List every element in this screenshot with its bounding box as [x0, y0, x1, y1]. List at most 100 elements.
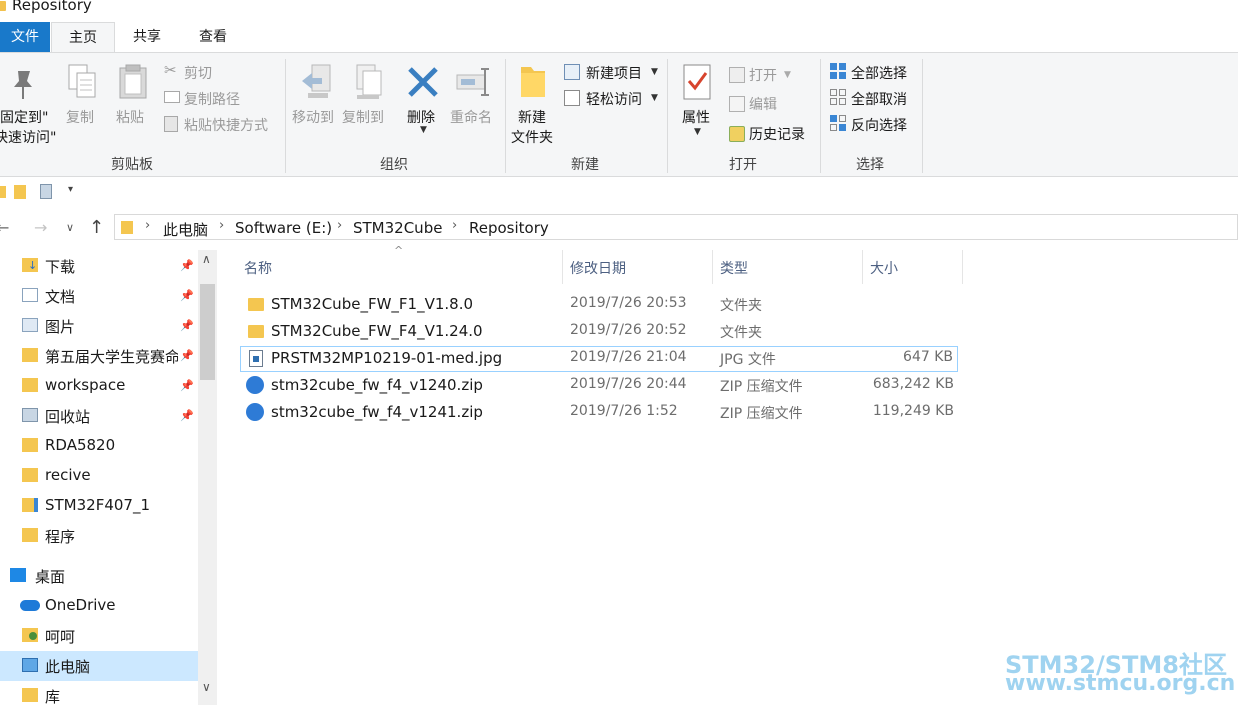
file-row[interactable]: STM32Cube_FW_F4_V1.24.0 2019/7/26 20:52 … — [240, 319, 958, 345]
select-all-label: 全部选择 — [851, 66, 907, 82]
pin-icon[interactable]: 📌 — [180, 409, 194, 422]
sidebar-item-rda5820[interactable]: RDA5820 — [0, 431, 198, 461]
tab-home[interactable]: 主页 — [51, 22, 115, 53]
sidebar-item-label: 图片 — [45, 318, 76, 336]
pin-icon[interactable]: 📌 — [180, 349, 194, 362]
folder-icon — [248, 325, 264, 338]
file-row[interactable]: STM32Cube_FW_F1_V1.8.0 2019/7/26 20:53 文… — [240, 292, 958, 318]
tab-view[interactable]: 查看 — [184, 22, 242, 52]
sidebar-item-stm32f407[interactable]: STM32F407_1 — [0, 491, 198, 521]
cut-button[interactable]: ✂ 剪切 — [162, 61, 272, 83]
column-divider[interactable] — [862, 250, 863, 284]
breadcrumb-repository[interactable]: Repository — [469, 219, 549, 237]
breadcrumb-stm32cube[interactable]: STM32Cube — [353, 219, 442, 237]
properties-button[interactable]: 属性 ▼ — [676, 61, 720, 149]
column-name[interactable]: 名称 — [244, 258, 272, 278]
pictures-icon — [22, 318, 38, 332]
recycle-bin-icon[interactable] — [40, 184, 52, 199]
breadcrumb-drive[interactable]: Software (E:) — [235, 219, 332, 237]
column-divider[interactable] — [712, 250, 713, 284]
sidebar-item-pictures[interactable]: 图片 📌 — [0, 311, 198, 341]
back-arrow-icon[interactable]: ← — [0, 218, 9, 237]
pin-icon[interactable]: 📌 — [180, 259, 194, 272]
customize-qat-icon[interactable]: ▾ — [68, 184, 73, 195]
new-item-button[interactable]: 新建项目 ▼ — [562, 61, 662, 83]
tab-file[interactable]: 文件 — [0, 22, 50, 52]
breadcrumb-this-pc[interactable]: 此电脑 — [163, 219, 208, 240]
properties-check-icon — [683, 64, 711, 100]
sidebar-item-recycle-bin[interactable]: 回收站 📌 — [0, 401, 198, 431]
sidebar-item-label: 程序 — [45, 528, 76, 546]
file-row[interactable]: stm32cube_fw_f4_v1241.zip 2019/7/26 1:52… — [240, 400, 958, 426]
paste-shortcut-icon — [164, 116, 178, 132]
file-name: stm32cube_fw_f4_v1241.zip — [271, 403, 483, 421]
pin-icon[interactable]: 📌 — [180, 319, 194, 332]
sidebar-item-desktop[interactable]: 桌面 — [0, 561, 198, 591]
sidebar-item-competition[interactable]: 第五届大学生竞赛命 📌 — [0, 341, 198, 371]
move-to-icon — [302, 64, 331, 98]
column-modified[interactable]: 修改日期 — [570, 258, 626, 278]
column-size[interactable]: 大小 — [870, 258, 898, 278]
up-arrow-icon[interactable]: ↑ — [89, 217, 104, 238]
breadcrumb-separator-icon[interactable]: › — [219, 218, 224, 233]
file-row[interactable]: stm32cube_fw_f4_v1240.zip 2019/7/26 20:4… — [240, 373, 958, 399]
paste-button[interactable]: 粘贴 — [112, 61, 154, 131]
copy-path-button[interactable]: 复制路径 — [162, 87, 272, 109]
qat-folder-icon[interactable] — [14, 185, 26, 199]
pin-icon[interactable]: 📌 — [180, 289, 194, 302]
delete-button[interactable]: 删除 ▼ — [402, 61, 446, 145]
pin-icon[interactable]: 📌 — [180, 379, 194, 392]
select-none-button[interactable]: 全部取消 — [827, 87, 919, 109]
recent-locations-chevron-icon[interactable]: ∨ — [66, 221, 74, 234]
file-row[interactable]: PRSTM32MP10219-01-med.jpg 2019/7/26 21:0… — [240, 346, 958, 372]
sidebar-item-label: workspace — [45, 376, 126, 394]
pin-quick-access-button[interactable]: 固定到" 快速访问" — [0, 61, 60, 146]
select-all-button[interactable]: 全部选择 — [827, 61, 919, 83]
sidebar-item-libraries[interactable]: 库 — [0, 681, 198, 705]
new-folder-label-line2: 文件夹 — [511, 130, 553, 146]
paste-shortcut-button[interactable]: 粘贴快捷方式 — [162, 113, 280, 135]
copy-to-button[interactable]: 复制到 — [341, 61, 391, 145]
scrollbar-thumb[interactable] — [200, 284, 215, 380]
sidebar-item-downloads[interactable]: ↓ 下载 📌 — [0, 251, 198, 281]
open-button[interactable]: 打开 ▼ — [727, 64, 797, 86]
column-divider[interactable] — [562, 250, 563, 284]
sidebar-scrollbar[interactable]: ∧ ∨ — [198, 250, 217, 705]
sidebar-item-workspace[interactable]: workspace 📌 — [0, 371, 198, 401]
open-label: 打开 — [749, 68, 777, 84]
window-title: Repository — [12, 0, 92, 14]
zip-file-icon — [246, 403, 264, 421]
project-folder-icon — [22, 498, 38, 512]
sidebar-item-programs[interactable]: 程序 — [0, 521, 198, 551]
move-to-button[interactable]: 移动到 — [290, 61, 340, 145]
sidebar-item-this-pc[interactable]: 此电脑 — [0, 651, 198, 681]
qat-folder-icon[interactable] — [0, 186, 6, 198]
sidebar-item-onedrive[interactable]: OneDrive — [0, 591, 198, 621]
rename-button[interactable]: 重命名 — [449, 61, 501, 145]
column-divider[interactable] — [962, 250, 963, 284]
easy-access-button[interactable]: 轻松访问 ▼ — [562, 87, 662, 109]
group-divider — [922, 59, 923, 173]
breadcrumb-separator-icon[interactable]: › — [145, 218, 150, 233]
forward-arrow-icon[interactable]: → — [34, 218, 47, 237]
sidebar-item-recive[interactable]: recive — [0, 461, 198, 491]
new-folder-button[interactable]: 新建 文件夹 — [509, 61, 561, 149]
file-modified: 2019/7/26 20:44 — [570, 376, 687, 392]
scroll-up-icon[interactable]: ∧ — [202, 252, 211, 266]
breadcrumb-separator-icon[interactable]: › — [452, 218, 457, 233]
invert-selection-button[interactable]: 反向选择 — [827, 113, 919, 135]
history-button[interactable]: 历史记录 — [727, 123, 817, 145]
sidebar-item-user[interactable]: 呵呵 — [0, 621, 198, 651]
edit-button[interactable]: 编辑 — [727, 93, 797, 115]
folder-icon — [248, 298, 264, 311]
scroll-down-icon[interactable]: ∨ — [202, 680, 211, 694]
column-type[interactable]: 类型 — [720, 258, 748, 278]
tab-share[interactable]: 共享 — [118, 22, 176, 52]
sidebar-item-label: OneDrive — [45, 596, 116, 614]
breadcrumb-separator-icon[interactable]: › — [337, 218, 342, 233]
sidebar-item-documents[interactable]: 文档 📌 — [0, 281, 198, 311]
ribbon: 固定到" 快速访问" 复制 粘贴 ✂ 剪切 复制路径 粘贴快捷方式 剪贴板 移动… — [0, 52, 1238, 177]
zip-file-icon — [246, 376, 264, 394]
address-bar[interactable]: › 此电脑 › Software (E:) › STM32Cube › Repo… — [114, 214, 1238, 240]
copy-button[interactable]: 复制 — [62, 61, 104, 131]
